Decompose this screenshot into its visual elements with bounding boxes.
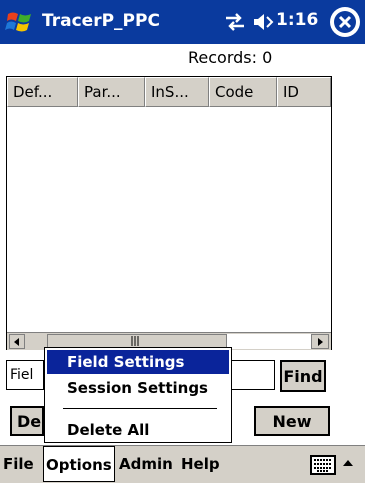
partially-hidden-button[interactable]: De <box>10 406 44 436</box>
app-title: TracerP_PPC <box>42 11 160 31</box>
grip-icon <box>131 336 139 346</box>
options-menu: Field Settings Session Settings Delete A… <box>44 347 232 443</box>
arrow-left-icon <box>14 338 19 346</box>
keyboard-icon[interactable] <box>310 455 336 475</box>
menu-item-session-settings[interactable]: Session Settings <box>47 376 229 400</box>
column-header-par[interactable]: Par... <box>78 77 145 107</box>
connectivity-icon[interactable] <box>224 13 246 31</box>
find-button[interactable]: Find <box>280 360 326 392</box>
column-header-ins[interactable]: InS... <box>145 77 209 107</box>
menu-file[interactable]: File <box>3 446 34 482</box>
menu-separator <box>63 408 217 409</box>
column-header-id[interactable]: ID <box>277 77 331 107</box>
scroll-right-button[interactable] <box>311 334 329 349</box>
menu-bar: File Options Admin Help <box>0 445 365 483</box>
close-button[interactable] <box>330 7 360 37</box>
input-panel-arrow-icon[interactable] <box>343 460 353 466</box>
menu-help[interactable]: Help <box>181 446 220 482</box>
scroll-left-button[interactable] <box>9 334 25 349</box>
field-input[interactable]: Fiel <box>6 360 44 390</box>
new-button[interactable]: New <box>254 406 330 436</box>
list-header: Def... Par... InS... Code ID <box>7 77 331 107</box>
search-input[interactable] <box>231 360 275 390</box>
title-bar: TracerP_PPC 1:16 <box>0 0 365 44</box>
menu-options[interactable]: Options <box>43 446 115 482</box>
records-list[interactable]: Def... Par... InS... Code ID <box>6 76 332 350</box>
scroll-track[interactable] <box>227 334 311 349</box>
close-icon <box>334 11 356 33</box>
menu-admin[interactable]: Admin <box>119 446 173 482</box>
column-header-code[interactable]: Code <box>209 77 277 107</box>
menu-item-field-settings[interactable]: Field Settings <box>47 350 229 374</box>
records-count: Records: 0 <box>188 48 273 67</box>
speaker-icon[interactable] <box>252 12 274 32</box>
arrow-right-icon <box>318 338 323 346</box>
menu-item-delete-all[interactable]: Delete All <box>47 418 229 442</box>
windows-start-icon[interactable] <box>4 6 36 38</box>
column-header-def[interactable]: Def... <box>7 77 78 107</box>
clock[interactable]: 1:16 <box>276 10 318 30</box>
